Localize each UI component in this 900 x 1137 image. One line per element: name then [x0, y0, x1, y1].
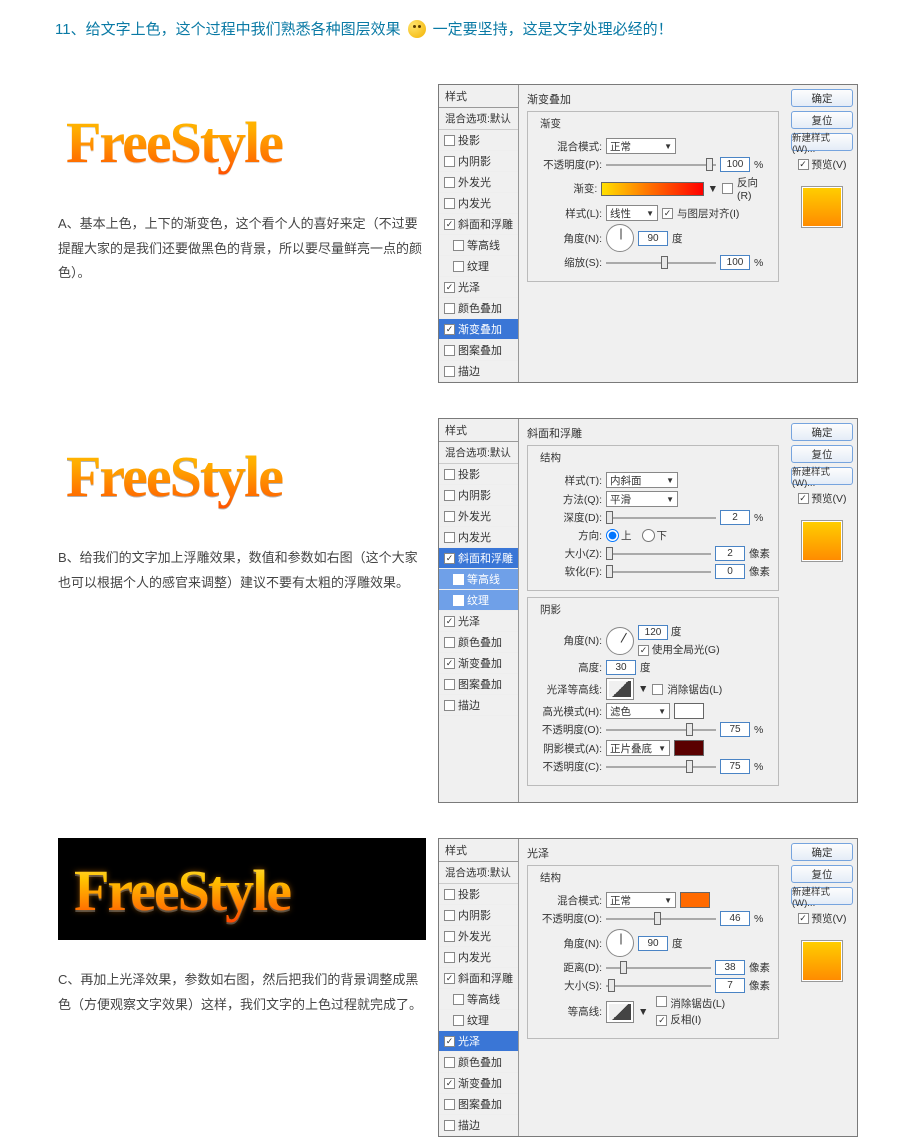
technique-dd[interactable]: 平滑▼ [606, 491, 678, 507]
cancel-button-c[interactable]: 复位 [791, 865, 853, 883]
cancel-button-b[interactable]: 复位 [791, 445, 853, 463]
style-list: 样式 混合选项:默认 投影 内阴影 外发光 内发光 斜面和浮雕 等高线 纹理 光… [439, 85, 519, 382]
style-list-sub[interactable]: 混合选项:默认 [439, 108, 518, 130]
sitem-dropshadow[interactable]: 投影 [439, 130, 518, 151]
preview-swatch-b [801, 520, 843, 562]
gradient-swatch[interactable] [601, 182, 703, 196]
depth-value[interactable]: 2 [720, 510, 750, 525]
hi-opacity-slider[interactable] [606, 724, 716, 736]
logo-a: FreeStyle [58, 84, 290, 184]
antialias-ck[interactable] [652, 684, 663, 695]
sitem-coloroverlay[interactable]: 颜色叠加 [439, 298, 518, 319]
preview-swatch-c [801, 940, 843, 982]
gradient-style-dd[interactable]: 线性▼ [606, 205, 658, 221]
satin-color[interactable] [680, 892, 710, 908]
panel-b-title: 斜面和浮雕 [527, 425, 779, 441]
sitem-texture[interactable]: 纹理 [439, 256, 518, 277]
satin-opacity-value[interactable]: 46 [720, 911, 750, 926]
headline-pre: 11、给文字上色，这个过程中我们熟悉各种图层效果 [55, 18, 401, 39]
caption-a: A、基本上色，上下的渐变色，这个看个人的喜好来定（不过要提醒大家的是我们还要做黑… [58, 212, 428, 286]
opacity-slider[interactable] [606, 159, 716, 171]
panel-c-title: 光泽 [527, 845, 779, 861]
sitem-patternoverlay[interactable]: 图案叠加 [439, 340, 518, 361]
sitem-contour[interactable]: 等高线 [439, 235, 518, 256]
satin-anti-ck[interactable] [656, 996, 667, 1007]
satin-angle-dial[interactable] [606, 929, 634, 957]
angle-dial[interactable] [606, 224, 634, 252]
panel-a-title: 渐变叠加 [527, 91, 779, 107]
caption-b: B、给我们的文字加上浮雕效果，数值和参数如右图（这个大家也可以根据个人的感官来调… [58, 546, 428, 595]
scale-value[interactable]: 100 [720, 255, 750, 270]
sitem-satin[interactable]: 光泽 [439, 277, 518, 298]
size-slider[interactable] [606, 548, 711, 560]
scale-slider[interactable] [606, 257, 716, 269]
bevel-style-dd[interactable]: 内斜面▼ [606, 472, 678, 488]
style-list-header: 样式 [439, 85, 518, 108]
sh-opacity-slider[interactable] [606, 761, 716, 773]
sitem-bevel[interactable]: 斜面和浮雕 [439, 214, 518, 235]
layer-style-panel-a: 样式 混合选项:默认 投影 内阴影 外发光 内发光 斜面和浮雕 等高线 纹理 光… [438, 84, 858, 383]
row-b: FreeStyle B、给我们的文字加上浮雕效果，数值和参数如右图（这个大家也可… [0, 383, 900, 803]
preview-ck[interactable] [798, 159, 809, 170]
sitem-stroke[interactable]: 描边 [439, 361, 518, 382]
caption-c: C、再加上光泽效果，参数如右图，然后把我们的背景调整成黑色（方便观察文字效果）这… [58, 968, 428, 1017]
satin-blend-dd[interactable]: 正常▼ [606, 892, 676, 908]
satin-dist-slider[interactable] [606, 962, 711, 974]
satin-contour[interactable] [606, 1001, 634, 1023]
layer-style-panel-c: 样式 混合选项:默认 投影 内阴影 外发光 内发光 斜面和浮雕 等高线 纹理 光… [438, 838, 858, 1137]
logo-b: FreeStyle [58, 418, 290, 518]
sitem-innerglow[interactable]: 内发光 [439, 193, 518, 214]
depth-slider[interactable] [606, 512, 716, 524]
reverse-ck[interactable] [722, 183, 733, 194]
sitem-innershadow[interactable]: 内阴影 [439, 151, 518, 172]
blend-mode-dd[interactable]: 正常▼ [606, 138, 676, 154]
dir-down-radio[interactable] [642, 529, 655, 542]
gloss-contour[interactable] [606, 678, 634, 700]
highlight-color[interactable] [674, 703, 704, 719]
shadow-angle-dial[interactable] [606, 627, 634, 655]
sitem-gradientoverlay[interactable]: 渐变叠加 [439, 319, 518, 340]
sitem-outerglow[interactable]: 外发光 [439, 172, 518, 193]
dir-up-radio[interactable] [606, 529, 619, 542]
size-value[interactable]: 2 [715, 546, 745, 561]
satin-size-value[interactable]: 7 [715, 978, 745, 993]
logo-c: FreeStyle [70, 848, 294, 926]
preview-swatch [801, 186, 843, 228]
headline: 11、给文字上色，这个过程中我们熟悉各种图层效果 一定要坚持，这是文字处理必经的… [0, 18, 900, 49]
sitem-satin-sel[interactable]: 光泽 [439, 1031, 518, 1052]
soften-slider[interactable] [606, 566, 711, 578]
angle-value[interactable]: 90 [638, 231, 668, 246]
sitem-bevel-sel[interactable]: 斜面和浮雕 [439, 548, 518, 569]
satin-invert-ck[interactable] [656, 1015, 667, 1026]
shadow-mode-dd[interactable]: 正片叠底▼ [606, 740, 670, 756]
ok-button-c[interactable]: 确定 [791, 843, 853, 861]
altitude-value[interactable]: 30 [606, 660, 636, 675]
satin-size-slider[interactable] [606, 980, 711, 992]
satin-opacity-slider[interactable] [606, 913, 716, 925]
ok-button-b[interactable]: 确定 [791, 423, 853, 441]
layer-style-panel-b: 样式 混合选项:默认 投影 内阴影 外发光 内发光 斜面和浮雕 等高线 纹理 光… [438, 418, 858, 803]
emoji-thinking-icon [408, 20, 426, 38]
align-ck[interactable] [662, 208, 673, 219]
satin-angle-value[interactable]: 90 [638, 936, 668, 951]
headline-post: 一定要坚持，这是文字处理必经的！ [433, 18, 673, 39]
global-light-ck[interactable] [638, 645, 649, 656]
opacity-value[interactable]: 100 [720, 157, 750, 172]
ok-button[interactable]: 确定 [791, 89, 853, 107]
panel-a-group: 渐变 [536, 116, 565, 131]
row-a: FreeStyle A、基本上色，上下的渐变色，这个看个人的喜好来定（不过要提醒… [0, 49, 900, 383]
satin-dist-value[interactable]: 38 [715, 960, 745, 975]
newstyle-button-c[interactable]: 新建样式(W)... [791, 887, 853, 905]
newstyle-button[interactable]: 新建样式(W)... [791, 133, 853, 151]
shadow-color[interactable] [674, 740, 704, 756]
soften-value[interactable]: 0 [715, 564, 745, 579]
highlight-mode-dd[interactable]: 滤色▼ [606, 703, 670, 719]
row-c: FreeStyle C、再加上光泽效果，参数如右图，然后把我们的背景调整成黑色（… [0, 803, 900, 1137]
cancel-button[interactable]: 复位 [791, 111, 853, 129]
newstyle-button-b[interactable]: 新建样式(W)... [791, 467, 853, 485]
shadow-angle-value[interactable]: 120 [638, 625, 668, 640]
